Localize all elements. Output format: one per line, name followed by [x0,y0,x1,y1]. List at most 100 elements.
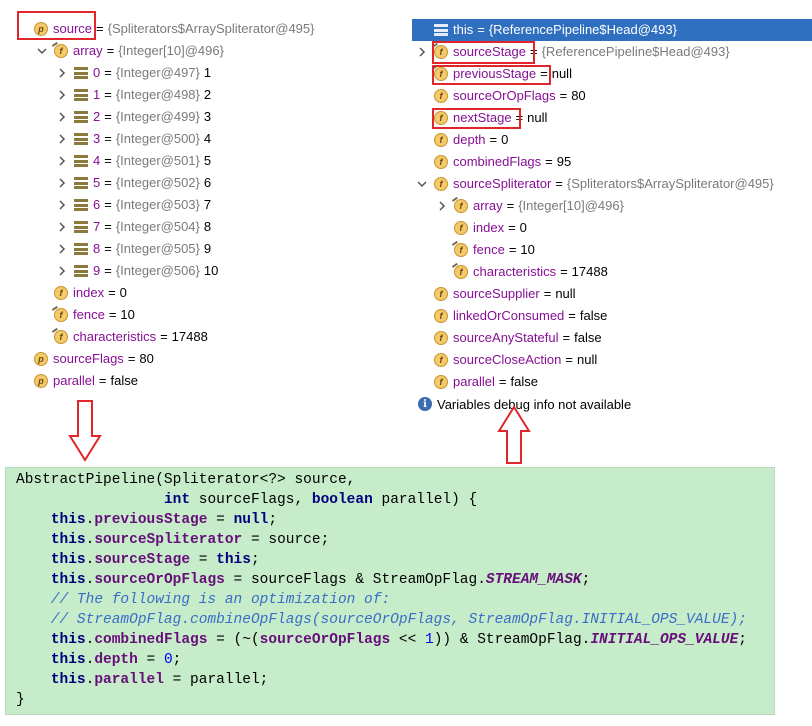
chevron-right-icon[interactable] [56,106,68,128]
variable-value: 80 [571,88,586,103]
variable-reference: {Integer@504} [115,219,200,234]
tree-row-parallel[interactable]: p parallel = false [16,370,138,392]
chevron-right-icon[interactable] [56,238,68,260]
chevron-right-icon[interactable] [56,128,68,150]
variable-name: depth [453,132,486,147]
tree-row-0[interactable]: 0 = {Integer@497} 1 [56,62,211,84]
variable-value: null [576,352,598,367]
final-field-icon: f [54,330,68,344]
equals-sign: = [562,330,571,345]
code-token: ; [581,572,591,588]
code-block: AbstractPipeline(Spliterator<?> source, … [5,467,775,715]
tree-row-4[interactable]: 4 = {Integer@501} 5 [56,150,211,172]
code-token: // The following is an optimization of: [16,592,391,608]
equals-sign: = [568,308,576,323]
equals-sign: = [560,264,568,279]
tree-row-sourceFlags[interactable]: p sourceFlags = 80 [16,348,154,370]
variable-value: 80 [139,351,154,366]
array-element-icon [74,155,88,167]
chevron-placeholder [36,282,48,304]
tree-row-9[interactable]: 9 = {Integer@506} 10 [56,260,218,282]
code-token: STREAM_MASK [485,572,582,588]
variable-reference: {Integer[10]@496} [518,198,624,213]
variable-name: fence [473,242,505,257]
array-element-icon [74,221,88,233]
tree-row-combinedFlags[interactable]: f combinedFlags = 95 [416,151,571,173]
code-token: sourceSpliterator [94,532,243,548]
variable-reference: {Spliterators$ArraySpliterator@495} [566,176,774,191]
variable-reference: {Integer@497} [115,65,200,80]
code-token: sourceFlags, [190,492,312,508]
variable-reference: {Integer@502} [115,175,200,190]
chevron-down-icon[interactable] [416,173,428,195]
field-icon: f [434,177,448,191]
chevron-placeholder [416,305,428,327]
chevron-right-icon[interactable] [56,62,68,84]
tree-row-3[interactable]: 3 = {Integer@500} 4 [56,128,211,150]
tree-row-2[interactable]: 2 = {Integer@499} 3 [56,106,211,128]
chevron-placeholder [416,129,428,151]
equals-sign: = [543,286,552,301]
chevron-down-icon[interactable] [36,40,48,62]
code-line: this.sourceStage = this; [16,550,774,570]
tree-row-8[interactable]: 8 = {Integer@505} 9 [56,238,211,260]
tree-row-array[interactable]: f array = {Integer[10]@496} [36,40,224,62]
variable-value: 10 [203,263,219,278]
tree-row-7[interactable]: 7 = {Integer@504} 8 [56,216,211,238]
code-token: = [207,512,234,528]
tree-row-sourceStage[interactable]: f sourceStage = {ReferencePipeline$Head@493… [416,41,730,63]
tree-row-6[interactable]: 6 = {Integer@503} 7 [56,194,211,216]
variable-value: 0 [519,220,527,235]
chevron-placeholder [436,239,448,261]
tree-row-this[interactable]: this = {ReferencePipeline$Head@493} [412,19,812,41]
tree-row-sourceSupplier[interactable]: f sourceSupplier = null [416,283,576,305]
chevron-right-icon[interactable] [56,216,68,238]
arrow-up-icon [497,405,531,464]
code-token: this [216,552,251,568]
chevron-placeholder [416,107,428,129]
chevron-right-icon[interactable] [56,172,68,194]
code-token: this [50,552,86,568]
tree-row-parallel[interactable]: f parallel = false [416,371,538,393]
tree-row-5[interactable]: 5 = {Integer@502} 6 [56,172,211,194]
tree-row-depth[interactable]: f depth = 0 [416,129,508,151]
code-token: AbstractPipeline(Spliterator<?> source, [16,472,356,488]
tree-row-1[interactable]: 1 = {Integer@498} 2 [56,84,211,106]
tree-row-array[interactable]: f array = {Integer[10]@496} [436,195,624,217]
chevron-right-icon[interactable] [436,195,448,217]
equals-sign: = [104,241,112,256]
variable-name: 6 [93,197,101,212]
tree-row-index[interactable]: f index = 0 [436,217,527,239]
equals-sign: = [477,22,485,37]
tree-row-previousStage[interactable]: f previousStage = null [416,63,572,85]
variable-value: 10 [520,242,535,257]
chevron-right-icon[interactable] [416,41,428,63]
chevron-right-icon[interactable] [56,84,68,106]
variable-name: index [473,220,505,235]
tree-row-linkedOrConsumed[interactable]: f linkedOrConsumed = false [416,305,607,327]
code-token: this [50,572,86,588]
tree-row-fence[interactable]: f fence = 10 [436,239,535,261]
tree-row-characteristics[interactable]: f characteristics = 17488 [36,326,208,348]
tree-row-sourceOrOpFlags[interactable]: f sourceOrOpFlags = 80 [416,85,586,107]
tree-row-index[interactable]: f index = 0 [36,282,127,304]
chevron-right-icon[interactable] [56,194,68,216]
code-line: this.parallel = parallel; [16,670,774,690]
tree-row-sourceAnyStateful[interactable]: f sourceAnyStateful = false [416,327,602,349]
chevron-placeholder [416,371,428,393]
equals-sign: = [104,153,112,168]
tree-row-source[interactable]: p source = {Spliterators$ArraySpliterator@4… [16,18,314,40]
tree-row-characteristics[interactable]: f characteristics = 17488 [436,261,608,283]
tree-row-fence[interactable]: f fence = 10 [36,304,135,326]
equals-sign: = [104,175,112,190]
tree-row-sourceCloseAction[interactable]: f sourceCloseAction = null [416,349,597,371]
tree-row-nextStage[interactable]: f nextStage = null [416,107,547,129]
code-token: ; [738,632,747,648]
chevron-right-icon[interactable] [56,260,68,282]
variable-value: 6 [203,175,212,190]
chevron-right-icon[interactable] [56,150,68,172]
tree-row-sourceSpliterator[interactable]: f sourceSpliterator = {Spliterators$ArraySp… [416,173,774,195]
